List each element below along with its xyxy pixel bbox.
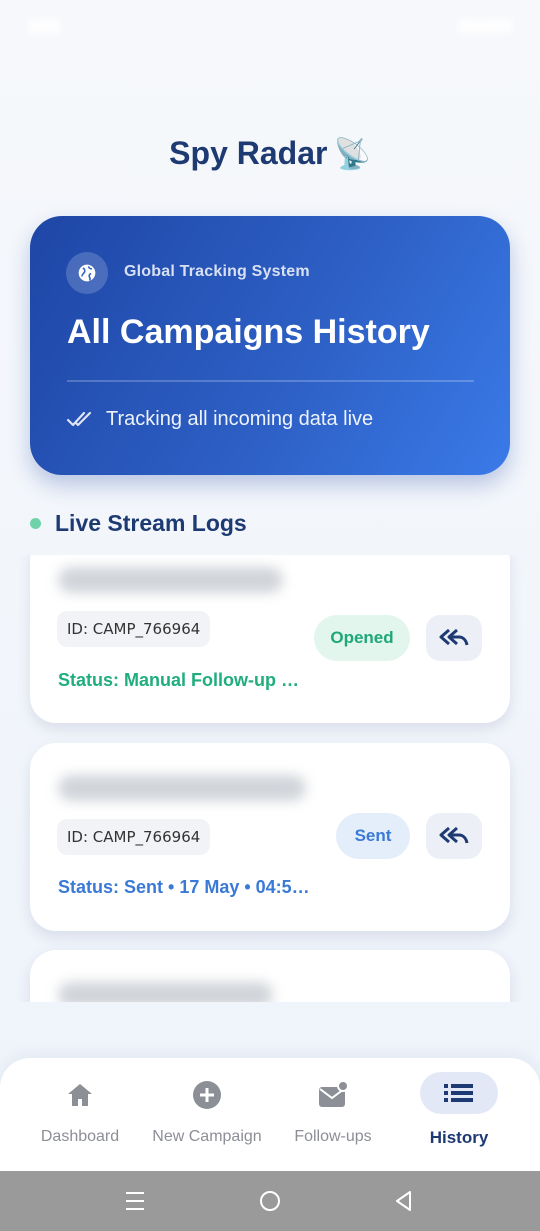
log-card[interactable]: ID: CAMP_766964 Opened Status: Manual Fo… [30,555,510,723]
status-badge-sent: Sent [336,813,410,859]
nav-label: Follow-ups [294,1128,372,1145]
log-card[interactable]: ID: CAMP_766964 Sent Status: Sent • 17 M… [30,743,510,931]
app-title: Spy Radar 📡 [0,135,540,172]
list-icon [420,1072,498,1114]
nav-follow-ups[interactable]: Follow-ups [286,1058,380,1171]
nav-label: New Campaign [152,1128,262,1145]
reply-all-icon [439,628,469,646]
system-nav-bar [0,1171,540,1231]
status-icons: ▇▇▇▇▇ [458,16,512,33]
nav-dashboard[interactable]: Dashboard [30,1058,130,1171]
globe-icon [66,252,108,294]
hero-heading: All Campaigns History [67,313,430,351]
reply-all-icon [439,826,469,844]
back-icon[interactable] [392,1189,416,1213]
log-status: Status: Sent • 17 May • 04:5… [58,877,310,897]
bottom-nav: Dashboard New Campaign Follow-ups Histor… [0,1058,540,1171]
nav-label: Dashboard [40,1128,120,1145]
nav-label: History [429,1128,489,1147]
section-label: Live Stream Logs [55,510,247,536]
recents-icon[interactable] [123,1189,147,1213]
campaign-id: ID: CAMP_766964 [57,819,211,855]
hero-divider [67,380,474,382]
status-time: ▇▇▇ [28,16,61,33]
reply-button[interactable] [426,813,482,859]
reply-button[interactable] [426,615,482,661]
nav-new-campaign[interactable]: New Campaign [146,1058,268,1171]
status-badge-opened: Opened [314,615,410,661]
log-card[interactable] [30,950,510,1002]
blurred-campaign-name [58,567,283,593]
campaign-id: ID: CAMP_766964 [57,611,211,647]
app-title-text: Spy Radar [169,135,328,171]
hero-card: Global Tracking System All Campaigns His… [30,216,510,475]
hero-live-text: Tracking all incoming data live [106,408,374,430]
double-check-icon [66,409,94,434]
blurred-campaign-name [58,982,273,1002]
plus-circle-icon [192,1080,222,1110]
home-circle-icon[interactable] [258,1189,282,1213]
log-list[interactable]: ID: CAMP_766964 Opened Status: Manual Fo… [0,555,540,1002]
status-bar: ▇▇▇ ▇▇▇▇▇ [0,0,540,50]
nav-history[interactable]: History [418,1058,500,1171]
satellite-icon: 📡 [333,138,371,171]
section-header: Live Stream Logs [30,510,247,537]
home-icon [66,1080,94,1110]
hero-subtitle: Global Tracking System [124,263,310,280]
live-dot-icon [30,518,41,529]
log-status: Status: Manual Follow-up … [58,670,299,690]
mail-icon [317,1080,349,1110]
blurred-campaign-name [58,775,306,801]
